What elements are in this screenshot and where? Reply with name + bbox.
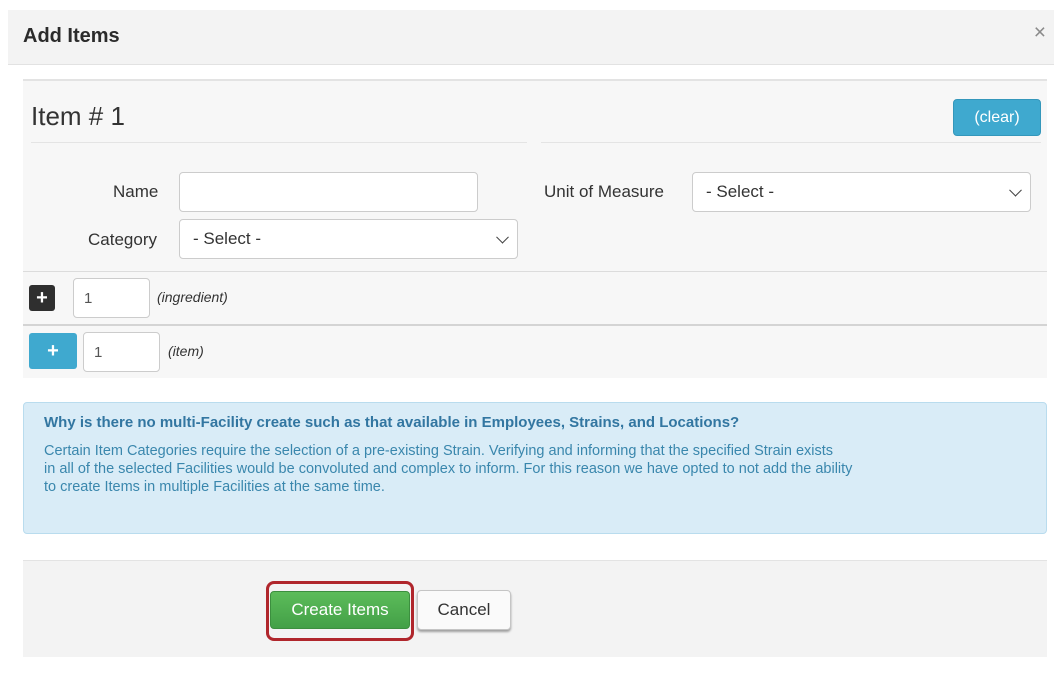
item-row: + 1 (item): [23, 324, 1047, 380]
ingredient-label: (ingredient): [157, 289, 228, 305]
heading-divider: [541, 142, 1041, 143]
cancel-button[interactable]: Cancel: [417, 590, 511, 630]
heading-divider: [31, 142, 527, 143]
ingredient-row: + 1 (ingredient): [23, 271, 1047, 324]
plus-icon: +: [47, 339, 59, 362]
item-panel: Item # 1 (clear) Name Category - Select …: [23, 79, 1047, 378]
unit-of-measure-select[interactable]: - Select -: [692, 172, 1031, 212]
add-ingredient-button[interactable]: +: [29, 285, 55, 311]
item-label: (item): [168, 343, 204, 359]
item-quantity-input[interactable]: 1: [83, 332, 160, 372]
close-icon[interactable]: ×: [1034, 22, 1046, 43]
chevron-down-icon: [1009, 183, 1022, 197]
modal-footer: Create Items Cancel: [23, 560, 1047, 657]
unit-of-measure-label: Unit of Measure: [544, 182, 664, 201]
ingredient-quantity-input[interactable]: 1: [73, 278, 150, 318]
category-label: Category: [88, 230, 157, 249]
create-items-button[interactable]: Create Items: [270, 591, 410, 629]
modal-title: Add Items: [23, 25, 120, 47]
add-item-button[interactable]: +: [29, 333, 77, 369]
item-heading: Item # 1: [31, 101, 125, 131]
info-line: to create Items in multiple Facilities a…: [44, 479, 385, 495]
info-title: Why is there no multi-Facility create su…: [44, 414, 740, 431]
clear-button[interactable]: (clear): [953, 99, 1041, 136]
plus-icon: +: [36, 286, 48, 309]
modal-header: Add Items ×: [8, 10, 1054, 65]
info-body: Certain Item Categories require the sele…: [44, 442, 1026, 496]
category-select[interactable]: - Select -: [179, 219, 518, 259]
category-selected-value: - Select -: [193, 229, 262, 248]
name-input[interactable]: [179, 172, 478, 212]
name-label: Name: [113, 182, 159, 201]
info-line: Certain Item Categories require the sele…: [44, 443, 834, 459]
info-line: in all of the selected Facilities would …: [44, 461, 853, 477]
chevron-down-icon: [496, 230, 509, 244]
unit-selected-value: - Select -: [706, 182, 775, 201]
info-alert: Why is there no multi-Facility create su…: [23, 402, 1047, 534]
